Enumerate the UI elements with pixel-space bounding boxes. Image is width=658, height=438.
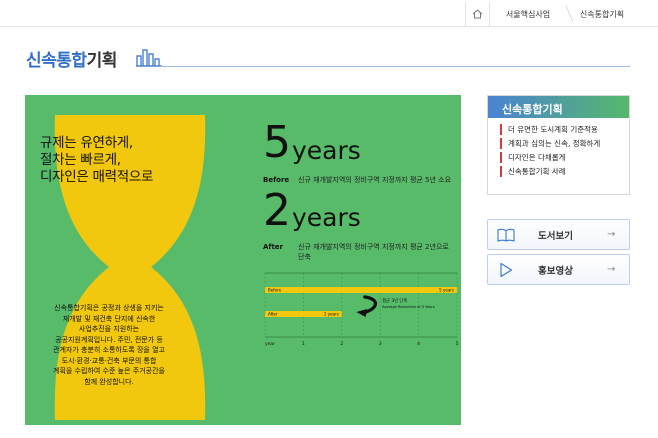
chart-bar-before <box>265 287 457 293</box>
chart-category-label: After <box>268 312 278 317</box>
book-icon-wrap <box>488 228 524 242</box>
after-text-line: 신규 재개발지역의 정비구역 지정까지 평균 2년으로 <box>298 243 449 251</box>
book-icon <box>497 228 515 242</box>
view-books-button[interactable]: 도서보기 → <box>487 219 630 250</box>
chart-bar-label: 2 years <box>324 312 339 317</box>
breadcrumb-item-core-projects[interactable]: 서울핵심사업 <box>490 2 566 26</box>
page-title-dark: 기획 <box>86 51 118 71</box>
slogan-line: 규제는 유연하게, <box>40 135 133 151</box>
page-title: 신속통합기획 <box>26 46 117 71</box>
chart-tick-label: 4 <box>417 341 420 347</box>
title-underline <box>160 66 630 67</box>
chart-annotation-english: Average Reduction of 3 Years <box>382 305 435 309</box>
after-label: After <box>263 243 284 251</box>
sidebar-header: 신속통합기획 <box>488 96 629 118</box>
slogan-line: 절차는 빠르게, <box>40 152 121 168</box>
description-line: 함께 완성합니다. <box>84 377 134 386</box>
before-text: 신규 재개발지역의 정비구역 지정까지 평균 5년 소요 <box>298 176 452 184</box>
sidebar-item-diverse-design[interactable]: 디자인은 다채롭게 <box>500 152 629 163</box>
reduction-bar-chart: year 1 2 3 4 5 Before 5 years After 2 years 평균 3년 … <box>264 272 459 347</box>
description-line: 도시·환경·교통·건축 부문의 통합 <box>61 356 157 365</box>
after-text-line: 단축 <box>298 253 311 261</box>
chart-bar-label: 5 years <box>439 288 454 293</box>
before-number: 5 <box>263 117 291 168</box>
chart-annotation-korean: 평균 3년 단축 <box>382 297 407 304</box>
description-line: 신속통합기획은 공정과 상생을 지키는 <box>54 304 164 312</box>
after-text: 신규 재개발지역의 정비구역 지정까지 평균 2년으로 단축 <box>298 242 449 262</box>
chart-tick-label: 3 <box>379 341 382 347</box>
arrow-right-icon: → <box>607 229 616 240</box>
city-skyline-icon <box>136 49 162 67</box>
sidebar-item-cases[interactable]: 신속통합기획 사례 <box>500 166 629 177</box>
arrow-right-icon: → <box>607 264 616 275</box>
sidebar-list: 더 유연한 도시계획 기준적용 계획과 심의는 신속, 정확하게 디자인은 다채… <box>488 118 629 177</box>
chart-category-label: Before <box>268 288 282 293</box>
slogan: 규제는 유연하게, 절차는 빠르게, 디자인은 매력적으로 <box>40 135 153 186</box>
program-description: 신속통합기획은 공정과 상생을 지키는 재개발 및 재건축 단지에 신속한 사업… <box>39 303 179 387</box>
after-unit: years <box>292 203 361 232</box>
chart-tick-label: 2 <box>340 341 343 347</box>
description-line: 공공지원계획입니다. 주민, 전문가 등 <box>55 335 163 344</box>
description-line: 관계자가 충분히 소통하도록 장을 열고 <box>53 346 165 354</box>
top-navigation-bar: 서울핵심사업 신속통합기획 <box>0 0 658 27</box>
view-books-label: 도서보기 <box>538 230 573 242</box>
play-icon-wrap <box>488 262 524 278</box>
slogan-line: 디자인은 매력적으로 <box>40 169 154 185</box>
breadcrumb-home[interactable] <box>466 2 490 26</box>
promo-video-label: 홍보영상 <box>538 265 573 277</box>
promo-video-button[interactable]: 홍보영상 → <box>487 254 630 285</box>
before-unit: years <box>292 136 361 165</box>
description-line: 재개발 및 재건축 단지에 신속한 <box>62 314 156 323</box>
chart-tick-label: year <box>265 341 275 347</box>
breadcrumb-item-current[interactable]: 신속통합기획 <box>566 2 638 26</box>
home-icon <box>472 9 483 19</box>
sidebar-item-fast-review[interactable]: 계획과 심의는 신속, 정확하게 <box>500 138 629 149</box>
description-line: 사업추진을 지원하는 <box>78 325 140 333</box>
page-title-blue: 신속통합 <box>26 51 87 71</box>
chart-tick-label: 5 <box>456 341 459 347</box>
breadcrumb: 서울핵심사업 신속통합기획 <box>465 2 638 26</box>
description-line: 계획을 수립하여 수준 높은 주거공간을 <box>53 367 165 375</box>
chart-tick-label: 1 <box>302 341 305 347</box>
before-label: Before <box>263 176 290 184</box>
arrow-head-icon <box>356 309 368 317</box>
sidebar-menu: 신속통합기획 더 유연한 도시계획 기준적용 계획과 심의는 신속, 정확하게 … <box>487 95 630 195</box>
play-icon <box>500 262 513 277</box>
intro-panel: 규제는 유연하게, 절차는 빠르게, 디자인은 매력적으로 신속통합기획은 공정… <box>25 95 461 425</box>
sidebar-item-flexible-standards[interactable]: 더 유연한 도시계획 기준적용 <box>500 124 629 135</box>
after-number: 2 <box>263 185 291 236</box>
